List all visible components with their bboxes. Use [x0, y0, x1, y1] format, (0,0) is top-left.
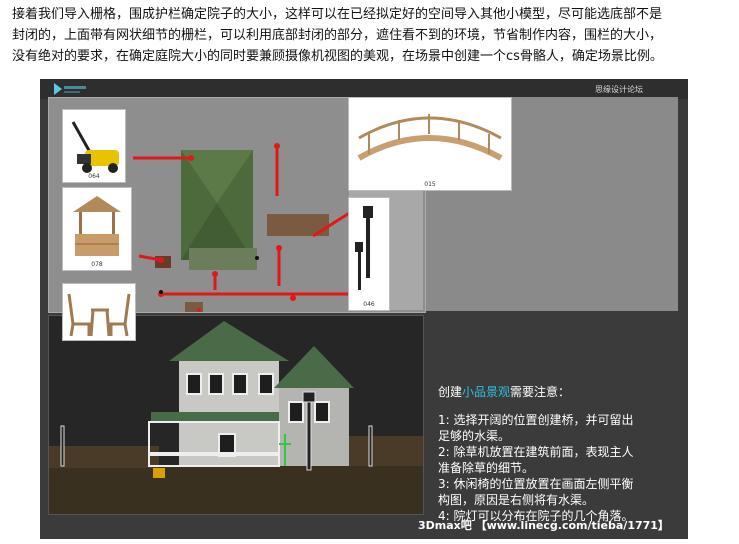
- chairs-thumbnail: [62, 283, 136, 341]
- intro-line-2: 封闭的，上面带有网状细节的栅栏，可以利用底部封闭的部分，遮住看不到的环境，节省制…: [12, 28, 663, 43]
- intro-paragraph: 接着我们导入栅格，围成护栏确定院子的大小，这样可以在已经拟定好的空间导入其他小模…: [12, 4, 727, 67]
- patio-chairs-icon: [67, 293, 131, 337]
- garden-lamp-icon: [355, 206, 373, 290]
- note-1-cont: 足够的水渠。: [438, 429, 511, 443]
- banner-bar: [40, 79, 688, 99]
- footer-watermark: 3Dmax吧 【www.linecg.com/tieba/1771】: [418, 519, 669, 532]
- intro-line-1: 接着我们导入栅格，围成护栏确定院子的大小，这样可以在已经拟定好的空间导入其他小模…: [12, 7, 663, 22]
- well-thumbnail: 078: [62, 187, 132, 271]
- lawn-mower-icon: [71, 121, 119, 173]
- note-2: 2: 除草机放置在建筑前面，表现主人: [438, 445, 634, 459]
- notes-block: 创建小品景观需要注意： 1: 选择开阔的位置创建桥，并可留出 足够的水渠。 2:…: [438, 384, 668, 524]
- tutorial-illustration: 思缘设计论坛 064 078 015 046 创建小品景观需要注意： 1: 选择…: [40, 79, 688, 539]
- thumb-caption: 064: [88, 173, 100, 180]
- thumb-caption: 015: [424, 181, 436, 188]
- mower-render: [153, 468, 165, 478]
- note-2-cont: 准备除草的细节。: [438, 461, 535, 475]
- logo-icon: [54, 83, 86, 95]
- bridge-thumbnail: 015: [348, 97, 512, 191]
- note-3: 3: 休闲椅的位置放置在画面左侧平衡: [438, 477, 634, 491]
- intro-line-3: 没有绝对的要求，在确定庭院大小的同时要兼顾摄像机视图的美观，在场景中创建一个cs…: [12, 49, 663, 64]
- notes-heading: 创建小品景观需要注意：: [438, 385, 571, 399]
- thumb-caption: 046: [363, 301, 375, 308]
- watermark-text: 思缘设计论坛: [595, 85, 643, 94]
- thumb-caption: 078: [91, 261, 103, 268]
- house-roof-top: [181, 150, 257, 270]
- lamp-thumbnail: 046: [348, 197, 390, 311]
- bridge-icon: [357, 114, 503, 161]
- mower-thumbnail: 064: [62, 109, 126, 183]
- note-1: 1: 选择开阔的位置创建桥，并可留出: [438, 413, 634, 427]
- house-render: [49, 316, 423, 514]
- wishing-well-icon: [73, 196, 121, 256]
- note-3-cont: 构图，原因是右侧将有水渠。: [438, 493, 595, 507]
- render-viewport: [48, 315, 424, 515]
